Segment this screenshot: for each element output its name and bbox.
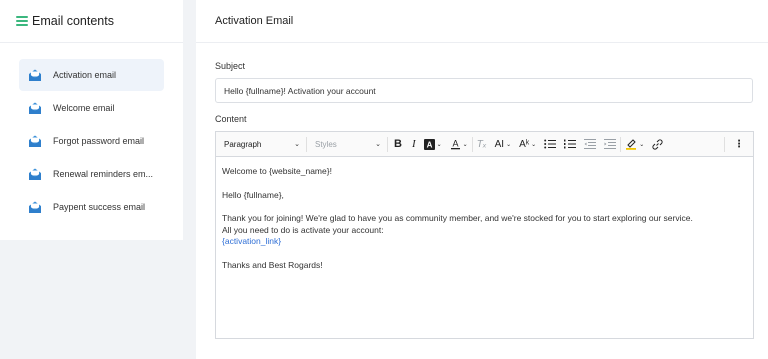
outdent-button[interactable]: [580, 132, 600, 156]
font-size-icon: AI: [494, 138, 505, 150]
bulleted-list-button[interactable]: [540, 132, 560, 156]
vertical-dots-icon: ⋮: [734, 138, 744, 150]
chevron-down-icon: ⌄: [294, 141, 300, 148]
numbered-list-icon: [564, 139, 577, 149]
sidebar-item-welcome-email[interactable]: Welcome email: [19, 92, 164, 124]
italic-button[interactable]: I: [408, 132, 420, 156]
outdent-icon: [584, 139, 597, 149]
chevron-down-icon: ⌄: [506, 141, 512, 148]
styles-dropdown[interactable]: Styles ⌄: [307, 132, 387, 156]
content-line: Welcome to {website_name}!: [222, 166, 332, 176]
sidebar-item-label: Forgot password email: [53, 136, 145, 146]
sidebar-item-label: Renewal reminders em...: [53, 169, 154, 179]
mail-open-icon: [29, 135, 41, 147]
bold-icon: B: [394, 138, 402, 150]
sidebar-item-label: Welcome email: [53, 103, 115, 113]
highlight-button[interactable]: ⌄: [621, 132, 648, 156]
mail-open-icon: [29, 168, 41, 180]
background-color-icon: A: [423, 138, 435, 150]
subject-label: Subject: [215, 61, 246, 71]
chevron-down-icon: ⌄: [531, 141, 537, 148]
more-options-button[interactable]: ⋮: [725, 132, 753, 156]
content-line: All you need to do is activate your acco…: [222, 224, 384, 235]
svg-text:A: A: [452, 139, 458, 149]
chevron-down-icon: ⌄: [639, 141, 645, 148]
font-color-button[interactable]: A ⌄: [446, 132, 472, 156]
sidebar-item-label: Paypent success email: [53, 202, 146, 212]
content-label: Content: [215, 114, 247, 124]
font-size-button[interactable]: AI ⌄: [491, 132, 515, 156]
sidebar-item-label: Activation email: [53, 70, 117, 80]
font-family-button[interactable]: Aᵏ ⌄: [515, 132, 540, 156]
highlighter-icon: [626, 139, 637, 150]
sidebar-item-payment-success-email[interactable]: Paypent success email: [19, 191, 164, 223]
sidebar-item-renewal-reminders-email[interactable]: Renewal reminders em...: [19, 158, 164, 190]
editor-content[interactable]: Welcome to {website_name}! Hello {fullna…: [216, 157, 753, 280]
link-icon: [652, 138, 663, 150]
sidebar-list: Activation email Welcome email Forgot pa…: [0, 43, 183, 223]
mail-open-icon: [29, 102, 41, 114]
main-panel: Activation Email Subject Content Paragra…: [196, 0, 768, 359]
chevron-down-icon: ⌄: [436, 141, 442, 148]
indent-icon: [604, 139, 617, 149]
numbered-list-button[interactable]: [560, 132, 580, 156]
subject-input[interactable]: [215, 78, 753, 103]
chevron-down-icon: ⌄: [462, 141, 468, 148]
paragraph-dropdown-label: Paragraph: [224, 139, 262, 149]
link-button[interactable]: [648, 132, 667, 156]
styles-dropdown-label: Styles: [315, 139, 337, 149]
mail-open-icon: [29, 201, 41, 213]
font-color-icon: A: [450, 139, 460, 150]
highlight-color-button[interactable]: A ⌄: [420, 132, 446, 156]
svg-text:A: A: [426, 140, 432, 149]
editor-toolbar: Paragraph ⌄ Styles ⌄ B I A ⌄ A ⌄ Tₓ AI ⌄…: [216, 132, 753, 157]
content-line: Thanks and Best Rogards!: [222, 259, 323, 270]
mail-open-icon: [29, 69, 41, 81]
rich-text-editor: Paragraph ⌄ Styles ⌄ B I A ⌄ A ⌄ Tₓ AI ⌄…: [215, 131, 754, 339]
sidebar-header: Email contents: [0, 0, 183, 43]
main-header: Activation Email: [196, 0, 768, 43]
sidebar: Email contents Activation email Welcome …: [0, 0, 183, 240]
sidebar-item-forgot-password-email[interactable]: Forgot password email: [19, 125, 164, 157]
content-line: Hello {fullname},: [222, 189, 284, 200]
clear-formatting-button[interactable]: Tₓ: [473, 132, 491, 156]
page-title: Activation Email: [215, 15, 294, 27]
italic-icon: I: [411, 138, 416, 150]
content-line: Thank you for joining! We're glad to hav…: [222, 213, 693, 223]
indent-button[interactable]: [600, 132, 620, 156]
paragraph-dropdown[interactable]: Paragraph ⌄: [216, 132, 306, 156]
bulleted-list-icon: [544, 139, 557, 149]
sidebar-item-activation-email[interactable]: Activation email: [19, 59, 164, 91]
font-family-icon: Aᵏ: [519, 138, 530, 150]
sidebar-title: Email contents: [32, 14, 114, 28]
clear-formatting-icon: Tₓ: [476, 138, 487, 150]
bold-button[interactable]: B: [388, 132, 408, 156]
chevron-down-icon: ⌄: [375, 141, 381, 148]
activation-link[interactable]: {activation_link}: [222, 236, 747, 248]
menu-icon: [16, 16, 28, 26]
